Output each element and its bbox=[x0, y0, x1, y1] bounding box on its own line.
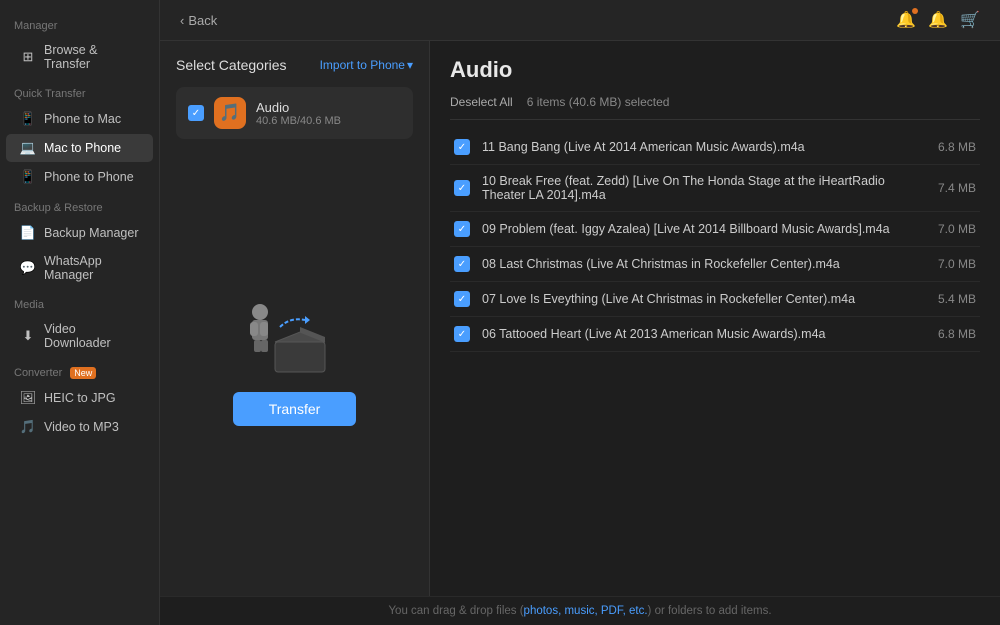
import-label: Import to Phone bbox=[320, 58, 405, 72]
audio-row[interactable]: 10 Break Free (feat. Zedd) [Live On The … bbox=[450, 165, 980, 212]
mac-to-phone-icon: 💻 bbox=[20, 140, 36, 156]
audio-row[interactable]: 11 Bang Bang (Live At 2014 American Musi… bbox=[450, 130, 980, 165]
heic-icon: 🖼 bbox=[20, 390, 36, 406]
deselect-all-button[interactable]: Deselect All bbox=[450, 95, 513, 109]
sidebar-item-label: WhatsApp Manager bbox=[44, 254, 139, 282]
content-area: Select Categories Import to Phone ▾ 🎵 Au… bbox=[160, 41, 1000, 596]
sidebar-section-backup: Backup & Restore bbox=[0, 192, 159, 218]
new-badge: New bbox=[70, 367, 96, 379]
backup-manager-icon: 📄 bbox=[20, 225, 36, 241]
alert-icon[interactable]: 🔔 bbox=[928, 10, 948, 30]
sidebar-item-label: Phone to Mac bbox=[44, 112, 121, 126]
video-to-mp3-icon: 🎵 bbox=[20, 419, 36, 435]
audio-row[interactable]: 07 Love Is Eveything (Live At Christmas … bbox=[450, 282, 980, 317]
audio-track-name: 06 Tattooed Heart (Live At 2013 American… bbox=[482, 327, 914, 341]
sidebar-item-whatsapp-manager[interactable]: 💬 WhatsApp Manager bbox=[6, 248, 153, 288]
audio-track-name: 09 Problem (feat. Iggy Azalea) [Live At … bbox=[482, 222, 914, 236]
illustration-svg bbox=[230, 282, 360, 382]
audio-track-size: 7.4 MB bbox=[926, 181, 976, 195]
audio-track-name: 11 Bang Bang (Live At 2014 American Musi… bbox=[482, 140, 914, 154]
audio-checkbox[interactable] bbox=[188, 105, 204, 121]
sidebar-item-label: Video Downloader bbox=[44, 322, 139, 350]
audio-list: 11 Bang Bang (Live At 2014 American Musi… bbox=[450, 130, 980, 580]
main-area: ‹ Back 🔔 🔔 🛒 Select Categories Import to… bbox=[160, 0, 1000, 625]
audio-category-icon: 🎵 bbox=[214, 97, 246, 129]
sidebar-item-mac-to-phone[interactable]: 💻 Mac to Phone bbox=[6, 134, 153, 162]
selection-info: 6 items (40.6 MB) selected bbox=[527, 95, 670, 109]
audio-track-name: 08 Last Christmas (Live At Christmas in … bbox=[482, 257, 914, 271]
audio-row[interactable]: 06 Tattooed Heart (Live At 2013 American… bbox=[450, 317, 980, 352]
sidebar-section-converter: Converter New bbox=[0, 357, 159, 383]
back-button[interactable]: ‹ Back bbox=[180, 13, 217, 28]
sidebar-item-video-to-mp3[interactable]: 🎵 Video to MP3 bbox=[6, 413, 153, 441]
header: ‹ Back 🔔 🔔 🛒 bbox=[160, 0, 1000, 41]
sidebar-item-phone-to-phone[interactable]: 📱 Phone to Phone bbox=[6, 163, 153, 191]
audio-panel: Audio Deselect All 6 items (40.6 MB) sel… bbox=[430, 41, 1000, 596]
audio-track-size: 6.8 MB bbox=[926, 140, 976, 154]
categories-title: Select Categories bbox=[176, 57, 287, 73]
video-downloader-icon: ⬇ bbox=[20, 328, 36, 344]
footer-text-before: You can drag & drop files ( bbox=[388, 605, 523, 617]
audio-track-size: 5.4 MB bbox=[926, 292, 976, 306]
audio-track-size: 7.0 MB bbox=[926, 257, 976, 271]
import-to-phone-button[interactable]: Import to Phone ▾ bbox=[320, 58, 413, 72]
audio-category-name: Audio bbox=[256, 100, 401, 115]
categories-header: Select Categories Import to Phone ▾ bbox=[176, 57, 413, 73]
audio-track-checkbox[interactable] bbox=[454, 291, 470, 307]
audio-track-name: 07 Love Is Eveything (Live At Christmas … bbox=[482, 292, 914, 306]
sidebar: Manager ⊞ Browse & Transfer Quick Transf… bbox=[0, 0, 160, 625]
sidebar-section-quick-transfer: Quick Transfer bbox=[0, 78, 159, 104]
sidebar-item-label: HEIC to JPG bbox=[44, 391, 116, 405]
audio-track-size: 6.8 MB bbox=[926, 327, 976, 341]
audio-panel-title: Audio bbox=[450, 57, 980, 83]
whatsapp-icon: 💬 bbox=[20, 260, 36, 276]
back-label: Back bbox=[188, 13, 217, 28]
browse-transfer-icon: ⊞ bbox=[20, 49, 36, 65]
sidebar-item-phone-to-mac[interactable]: 📱 Phone to Mac bbox=[6, 105, 153, 133]
audio-category-info: Audio 40.6 MB/40.6 MB bbox=[256, 100, 401, 127]
sidebar-item-label: Video to MP3 bbox=[44, 420, 119, 434]
notification-icon[interactable]: 🔔 bbox=[896, 10, 916, 30]
categories-panel: Select Categories Import to Phone ▾ 🎵 Au… bbox=[160, 41, 430, 596]
footer-link[interactable]: photos, music, PDF, etc. bbox=[524, 605, 648, 617]
phone-to-phone-icon: 📱 bbox=[20, 169, 36, 185]
audio-track-checkbox[interactable] bbox=[454, 326, 470, 342]
audio-category-size: 40.6 MB/40.6 MB bbox=[256, 115, 401, 127]
sidebar-item-browse-transfer[interactable]: ⊞ Browse & Transfer bbox=[6, 37, 153, 77]
sidebar-item-heic-to-jpg[interactable]: 🖼 HEIC to JPG bbox=[6, 384, 153, 412]
sidebar-item-label: Backup Manager bbox=[44, 226, 139, 240]
audio-track-checkbox[interactable] bbox=[454, 221, 470, 237]
notification-dot bbox=[912, 8, 918, 14]
audio-row[interactable]: 09 Problem (feat. Iggy Azalea) [Live At … bbox=[450, 212, 980, 247]
back-chevron-icon: ‹ bbox=[180, 13, 184, 28]
cart-icon[interactable]: 🛒 bbox=[960, 10, 980, 30]
phone-to-mac-icon: 📱 bbox=[20, 111, 36, 127]
audio-toolbar: Deselect All 6 items (40.6 MB) selected bbox=[450, 95, 980, 120]
footer: You can drag & drop files (photos, music… bbox=[160, 596, 1000, 625]
audio-track-size: 7.0 MB bbox=[926, 222, 976, 236]
audio-track-name: 10 Break Free (feat. Zedd) [Live On The … bbox=[482, 174, 914, 202]
sidebar-item-label: Mac to Phone bbox=[44, 141, 121, 155]
audio-row[interactable]: 08 Last Christmas (Live At Christmas in … bbox=[450, 247, 980, 282]
sidebar-section-media: Media bbox=[0, 289, 159, 315]
illustration-area: Transfer bbox=[176, 147, 413, 580]
sidebar-item-label: Phone to Phone bbox=[44, 170, 134, 184]
audio-track-checkbox[interactable] bbox=[454, 256, 470, 272]
audio-track-checkbox[interactable] bbox=[454, 180, 470, 196]
audio-track-checkbox[interactable] bbox=[454, 139, 470, 155]
import-chevron-icon: ▾ bbox=[407, 58, 413, 72]
sidebar-item-video-downloader[interactable]: ⬇ Video Downloader bbox=[6, 316, 153, 356]
sidebar-item-label: Browse & Transfer bbox=[44, 43, 139, 71]
sidebar-section-manager: Manager bbox=[0, 10, 159, 36]
transfer-button[interactable]: Transfer bbox=[233, 392, 357, 426]
footer-text-after: ) or folders to add items. bbox=[648, 605, 772, 617]
sidebar-item-backup-manager[interactable]: 📄 Backup Manager bbox=[6, 219, 153, 247]
header-icons: 🔔 🔔 🛒 bbox=[896, 10, 980, 30]
category-item-audio[interactable]: 🎵 Audio 40.6 MB/40.6 MB bbox=[176, 87, 413, 139]
